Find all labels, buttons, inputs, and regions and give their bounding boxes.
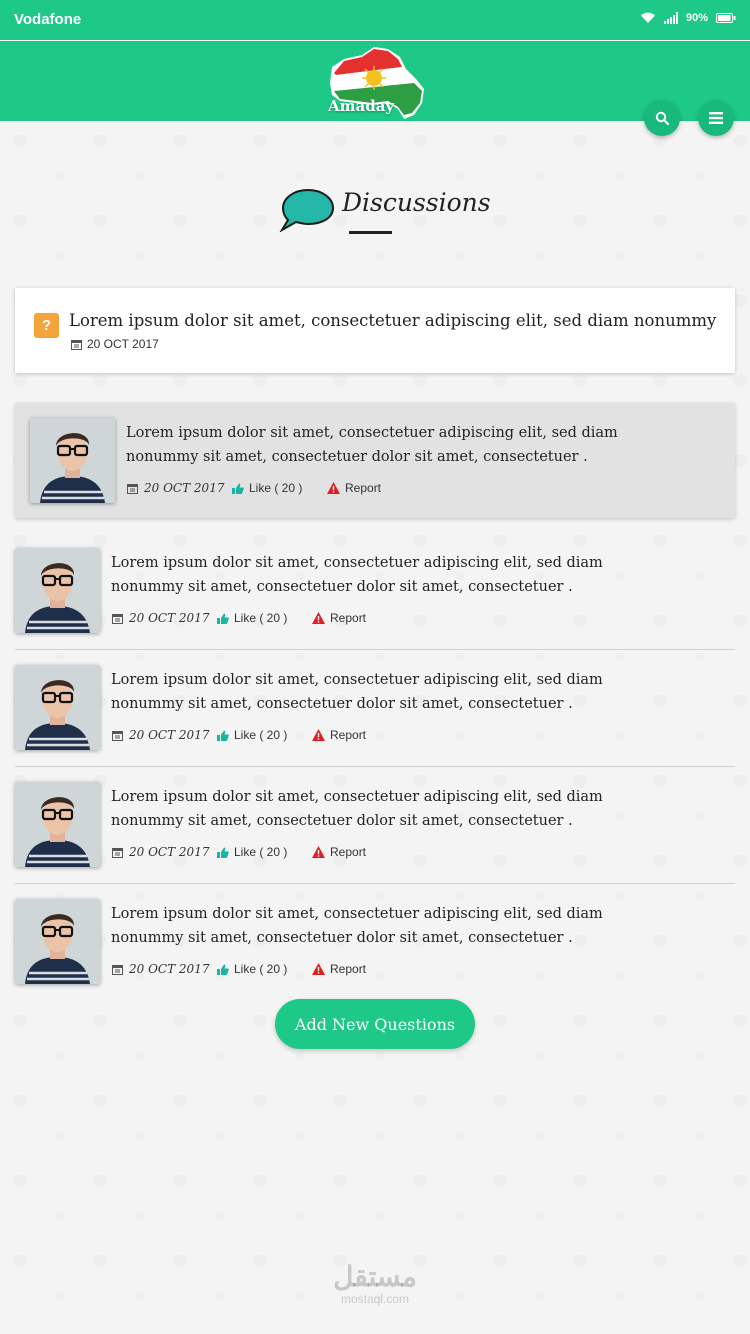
calendar-icon [112, 730, 123, 741]
warning-icon [327, 482, 340, 494]
like-label: Like ( 20 ) [249, 481, 303, 495]
like-button[interactable]: Like ( 20 ) [232, 481, 327, 495]
answer-date: 20 OCT 2017 [112, 962, 217, 976]
answer-item: Lorem ipsum dolor sit amet, consectetuer… [15, 403, 735, 518]
answer-date-text: 20 OCT 2017 [144, 481, 225, 495]
calendar-icon [112, 613, 123, 624]
answer-date-text: 20 OCT 2017 [129, 845, 210, 859]
answer-date: 20 OCT 2017 [112, 845, 217, 859]
answer-date: 20 OCT 2017 [112, 611, 217, 625]
report-button[interactable]: Report [312, 845, 366, 859]
user-avatar-image [15, 782, 100, 867]
page-title: Discussions [342, 188, 491, 217]
like-button[interactable]: Like ( 20 ) [217, 611, 312, 625]
page-heading: Discussions [278, 184, 491, 236]
answer-text: Lorem ipsum dolor sit amet, consectetuer… [111, 789, 603, 829]
watermark-latin: mostaql.com [340, 1292, 410, 1306]
carrier-name: Vodafone [14, 11, 82, 28]
like-label: Like ( 20 ) [234, 962, 288, 976]
question-card: ? Lorem ipsum dolor sit amet, consectetu… [15, 288, 735, 373]
thumbs-up-icon [217, 964, 229, 975]
avatar[interactable] [30, 418, 115, 503]
avatar[interactable] [15, 782, 100, 867]
like-button[interactable]: Like ( 20 ) [217, 845, 312, 859]
answer-date-text: 20 OCT 2017 [129, 962, 210, 976]
battery-icon [716, 13, 736, 23]
report-label: Report [330, 845, 367, 859]
answer-date-text: 20 OCT 2017 [129, 611, 210, 625]
avatar[interactable] [15, 548, 100, 633]
status-bar: Vodafone 90% [0, 0, 750, 40]
chat-bubble-icon [279, 188, 335, 232]
answer-item: Lorem ipsum dolor sit amet, consectetuer… [15, 533, 735, 650]
answer-meta: 20 OCT 2017 Like ( 20 ) Report [127, 481, 381, 495]
user-avatar-image [30, 418, 115, 503]
search-button[interactable] [644, 100, 680, 136]
add-new-question-button[interactable]: Add New Questions [275, 999, 475, 1049]
status-icons: 90% [640, 12, 736, 24]
answer-text: Lorem ipsum dolor sit amet, consectetuer… [111, 555, 603, 595]
answer-date-text: 20 OCT 2017 [129, 728, 210, 742]
like-label: Like ( 20 ) [234, 728, 288, 742]
title-underline [349, 231, 392, 234]
thumbs-up-icon [232, 483, 244, 494]
question-text: Lorem ipsum dolor sit amet, consectetuer… [69, 311, 717, 330]
answer-meta: 20 OCT 2017 Like ( 20 ) Report [112, 962, 366, 976]
like-button[interactable]: Like ( 20 ) [217, 962, 312, 976]
calendar-icon [71, 339, 82, 350]
answer-date: 20 OCT 2017 [112, 728, 217, 742]
mostaql-watermark: مستقل mostaql.com [320, 1261, 430, 1307]
thumbs-up-icon [217, 613, 229, 624]
warning-icon [312, 612, 325, 624]
report-label: Report [330, 962, 367, 976]
warning-icon [312, 963, 325, 975]
answer-item: Lorem ipsum dolor sit amet, consectetuer… [15, 767, 735, 884]
watermark-arabic: مستقل [333, 1261, 417, 1292]
answer-text: Lorem ipsum dolor sit amet, consectetuer… [126, 425, 618, 465]
signal-icon [663, 12, 678, 24]
search-icon [655, 111, 669, 125]
menu-button[interactable] [698, 100, 734, 136]
answer-date: 20 OCT 2017 [127, 481, 232, 495]
warning-icon [312, 729, 325, 741]
report-label: Report [330, 728, 367, 742]
thumbs-up-icon [217, 730, 229, 741]
report-button[interactable]: Report [312, 962, 366, 976]
question-date-text: 20 OCT 2017 [87, 337, 159, 351]
question-date: 20 OCT 2017 [71, 337, 159, 351]
avatar[interactable] [15, 899, 100, 984]
report-button[interactable]: Report [327, 481, 381, 495]
answer-meta: 20 OCT 2017 Like ( 20 ) Report [112, 728, 366, 742]
question-badge-icon: ? [34, 313, 59, 338]
logo-text: Amaday [328, 97, 395, 115]
answer-meta: 20 OCT 2017 Like ( 20 ) Report [112, 845, 366, 859]
hamburger-icon [709, 112, 723, 124]
calendar-icon [112, 964, 123, 975]
calendar-icon [127, 483, 138, 494]
user-avatar-image [15, 548, 100, 633]
answer-meta: 20 OCT 2017 Like ( 20 ) Report [112, 611, 366, 625]
user-avatar-image [15, 899, 100, 984]
report-button[interactable]: Report [312, 728, 366, 742]
warning-icon [312, 846, 325, 858]
report-button[interactable]: Report [312, 611, 366, 625]
app-header: Amaday [0, 41, 750, 121]
like-label: Like ( 20 ) [234, 611, 288, 625]
report-label: Report [330, 611, 367, 625]
user-avatar-image [15, 665, 100, 750]
like-label: Like ( 20 ) [234, 845, 288, 859]
answer-item: Lorem ipsum dolor sit amet, consectetuer… [15, 884, 735, 994]
thumbs-up-icon [217, 847, 229, 858]
report-label: Report [345, 481, 382, 495]
answer-text: Lorem ipsum dolor sit amet, consectetuer… [111, 672, 603, 712]
like-button[interactable]: Like ( 20 ) [217, 728, 312, 742]
battery-percent: 90% [685, 12, 708, 24]
wifi-icon [640, 12, 655, 23]
calendar-icon [112, 847, 123, 858]
answer-item: Lorem ipsum dolor sit amet, consectetuer… [15, 650, 735, 767]
avatar[interactable] [15, 665, 100, 750]
answer-text: Lorem ipsum dolor sit amet, consectetuer… [111, 906, 603, 946]
